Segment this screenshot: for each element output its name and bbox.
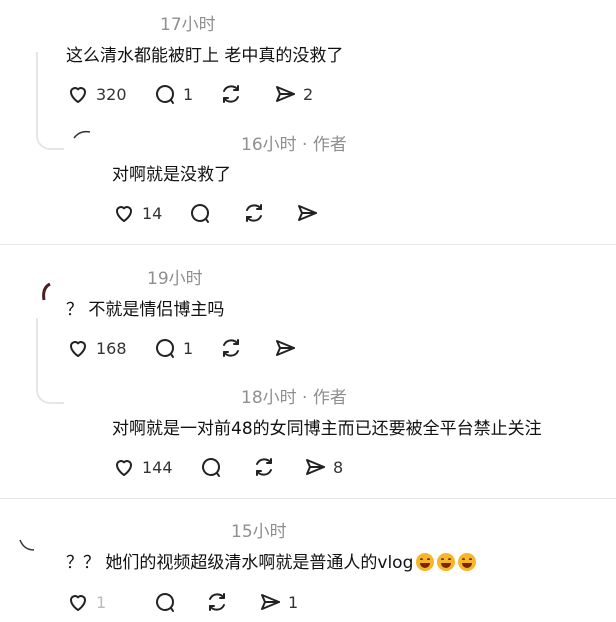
comment-icon bbox=[156, 593, 174, 612]
thread-line bbox=[36, 52, 64, 150]
comment-icon bbox=[156, 85, 174, 104]
reply-button[interactable] bbox=[199, 455, 223, 479]
repost-button[interactable] bbox=[205, 590, 229, 614]
reply-meta: 18小时 · 作者 bbox=[241, 388, 347, 408]
share-count: 1 bbox=[288, 592, 299, 612]
share-button[interactable]: 8 bbox=[303, 455, 343, 479]
comment-icon bbox=[202, 458, 220, 477]
reply-text: 对啊就是没救了 bbox=[112, 165, 231, 185]
divider bbox=[0, 498, 616, 499]
avatar bbox=[73, 130, 91, 139]
repost-icon bbox=[223, 339, 239, 357]
repost-icon bbox=[209, 593, 225, 611]
like-count: 14 bbox=[142, 203, 163, 223]
reply-button[interactable]: 1 bbox=[153, 336, 193, 360]
share-button[interactable] bbox=[273, 336, 297, 360]
avatar bbox=[19, 539, 35, 551]
avatar bbox=[42, 282, 51, 301]
divider bbox=[0, 244, 616, 245]
share-icon bbox=[298, 205, 317, 221]
repost-icon bbox=[246, 204, 262, 222]
like-button[interactable]: 144 bbox=[112, 455, 173, 479]
heart-icon bbox=[70, 87, 86, 103]
laugh-emoji-icon bbox=[437, 553, 456, 571]
share-icon bbox=[306, 459, 325, 475]
repost-icon bbox=[256, 458, 272, 476]
like-button[interactable]: 1 bbox=[66, 590, 106, 614]
comment-time: 19小时 bbox=[147, 269, 203, 289]
share-button[interactable]: 2 bbox=[273, 82, 313, 106]
repost-button[interactable] bbox=[219, 82, 243, 106]
like-count: 320 bbox=[96, 84, 127, 104]
share-count: 8 bbox=[333, 457, 344, 477]
like-button[interactable]: 320 bbox=[66, 82, 127, 106]
reply-count: 1 bbox=[183, 338, 194, 358]
reply-count: 1 bbox=[183, 84, 194, 104]
laugh-emoji-icon bbox=[458, 553, 477, 571]
share-count: 2 bbox=[303, 84, 314, 104]
heart-icon bbox=[70, 341, 86, 357]
repost-button[interactable] bbox=[242, 201, 266, 225]
share-icon bbox=[261, 594, 280, 610]
like-button[interactable]: 14 bbox=[112, 201, 162, 225]
heart-icon bbox=[70, 595, 86, 611]
share-button[interactable]: 1 bbox=[258, 590, 298, 614]
reply-meta: 16小时 · 作者 bbox=[241, 135, 347, 155]
like-count: 168 bbox=[96, 338, 127, 358]
like-count: 1 bbox=[96, 592, 107, 612]
comment-text-body: ？？ 她们的视频超级清水啊就是普通人的vlog bbox=[66, 553, 414, 573]
comment-time: 17小时 bbox=[160, 15, 216, 35]
thread-line bbox=[36, 318, 64, 404]
comment-text: 这么清水都能被盯上 老中真的没救了 bbox=[66, 46, 344, 66]
repost-button[interactable] bbox=[252, 455, 276, 479]
reply-button[interactable] bbox=[153, 590, 177, 614]
like-button[interactable]: 168 bbox=[66, 336, 127, 360]
repost-button[interactable] bbox=[219, 336, 243, 360]
comment-text: ？？ 她们的视频超级清水啊就是普通人的vlog bbox=[66, 548, 477, 573]
comment-icon bbox=[191, 204, 209, 223]
heart-icon bbox=[116, 460, 132, 476]
comment-time: 15小时 bbox=[231, 522, 287, 542]
heart-icon bbox=[116, 206, 132, 222]
reply-text: 对啊就是一对前48的女同博主而已还要被全平台禁止关注 bbox=[112, 419, 542, 439]
repost-icon bbox=[223, 85, 239, 103]
laugh-emoji-icon bbox=[416, 553, 435, 571]
comment-icon bbox=[156, 339, 174, 358]
reply-button[interactable]: 1 bbox=[153, 82, 193, 106]
like-count: 144 bbox=[142, 457, 173, 477]
share-button[interactable] bbox=[295, 201, 319, 225]
share-icon bbox=[276, 340, 295, 356]
comment-text: ？ 不就是情侣博主吗 bbox=[66, 300, 225, 320]
share-icon bbox=[276, 86, 295, 102]
reply-button[interactable] bbox=[188, 201, 212, 225]
